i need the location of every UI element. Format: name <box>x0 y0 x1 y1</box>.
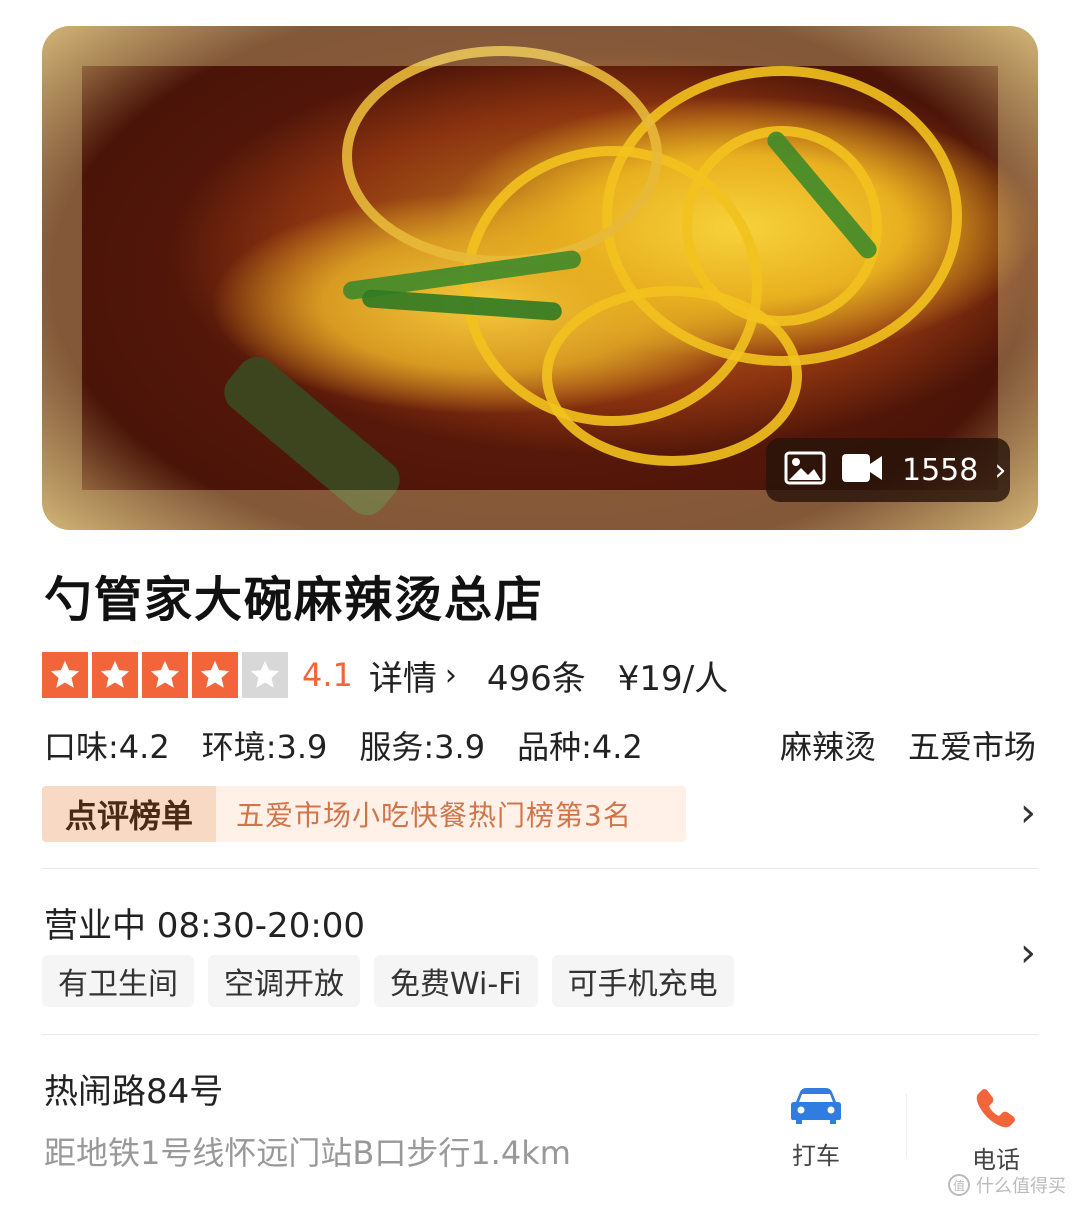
media-count-badge[interactable]: 1558 › <box>766 438 1010 502</box>
video-icon <box>840 452 884 488</box>
average-price: ¥19/人 <box>617 658 729 699</box>
car-icon <box>790 1086 842 1130</box>
chevron-right-icon[interactable]: › <box>1020 930 1036 976</box>
ranking-badge: 点评榜单 <box>42 786 216 842</box>
amenity-tag: 有卫生间 <box>42 955 194 1007</box>
subscore-variety: 品种:4.2 <box>517 728 643 766</box>
chevron-right-icon[interactable]: › <box>445 658 457 693</box>
subscore-taste: 口味:4.2 <box>44 728 170 766</box>
rating-row: 4.1 详情 › 496条 ¥19/人 <box>42 651 729 700</box>
divider <box>906 1094 907 1158</box>
shop-name: 勺管家大碗麻辣烫总店 <box>44 572 545 628</box>
media-count: 1558 <box>902 452 979 488</box>
metro-distance: 距地铁1号线怀远门站B口步行1.4km <box>44 1134 571 1172</box>
amenity-tag: 免费Wi-Fi <box>374 955 538 1007</box>
chevron-right-icon[interactable]: › <box>1020 790 1036 836</box>
star-icon <box>142 652 188 698</box>
category-tag[interactable]: 麻辣烫 <box>780 722 876 768</box>
call-label: 电话 <box>972 1146 1020 1174</box>
review-count[interactable]: 496条 <box>487 651 586 700</box>
watermark-logo-icon: 值 <box>948 1174 970 1196</box>
watermark: 值 什么值得买 <box>948 1172 1066 1198</box>
watermark-text: 什么值得买 <box>976 1176 1066 1197</box>
area-tag[interactable]: 五爱市场 <box>908 722 1036 768</box>
star-icon <box>192 652 238 698</box>
divider <box>42 1034 1038 1035</box>
taxi-label: 打车 <box>792 1142 840 1170</box>
ranking-banner[interactable]: 点评榜单 五爱市场小吃快餐热门榜第3名 <box>42 786 686 842</box>
taxi-button[interactable]: 打车 <box>766 1086 866 1171</box>
ranking-text: 五爱市场小吃快餐热门榜第3名 <box>216 786 686 842</box>
divider <box>42 868 1038 869</box>
amenity-tag: 空调开放 <box>208 955 360 1007</box>
call-button[interactable]: 电话 <box>946 1086 1046 1175</box>
star-icon <box>42 652 88 698</box>
chevron-right-icon: › <box>994 452 1007 488</box>
image-icon <box>784 451 826 489</box>
category-tags: 麻辣烫 五爱市场 <box>748 722 1036 768</box>
phone-icon <box>974 1086 1018 1134</box>
subscore-service: 服务:3.9 <box>359 728 486 766</box>
star-empty-icon <box>242 652 288 698</box>
star-icon <box>92 652 138 698</box>
rating-score: 4.1 <box>302 656 353 694</box>
subscore-environment: 环境:3.9 <box>201 728 328 766</box>
shop-address[interactable]: 热闹路84号 <box>44 1064 223 1113</box>
business-hours: 营业中 08:30-20:00 <box>44 906 366 946</box>
amenity-tag: 可手机充电 <box>551 955 734 1007</box>
amenity-list: 有卫生间 空调开放 免费Wi-Fi 可手机充电 <box>42 955 734 1007</box>
subscores: 口味:4.2 环境:3.9 服务:3.9 品种:4.2 <box>44 722 675 768</box>
rating-detail-link[interactable]: 详情 <box>369 651 437 700</box>
